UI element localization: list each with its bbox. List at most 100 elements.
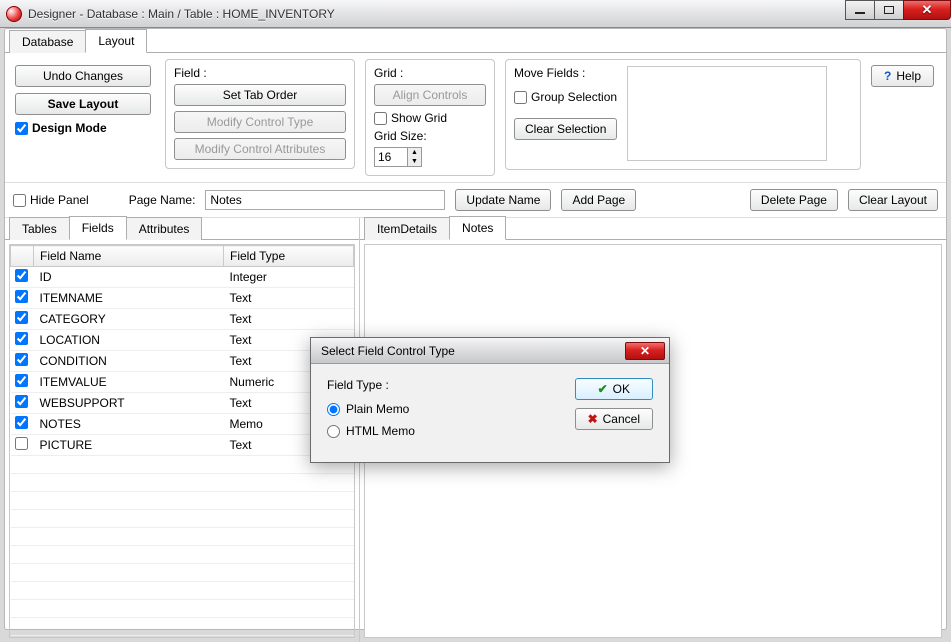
select-control-type-dialog: Select Field Control Type ✕ Field Type :… (310, 337, 670, 463)
dialog-close-button[interactable]: ✕ (625, 342, 665, 360)
close-icon: ✕ (640, 344, 650, 358)
page-panel-row: Hide Panel Page Name: Update Name Add Pa… (5, 182, 946, 217)
field-row-checkbox[interactable] (15, 332, 28, 345)
cancel-button[interactable]: ✖ Cancel (575, 408, 653, 430)
field-row-checkbox[interactable] (15, 269, 28, 282)
help-button[interactable]: ? Help (871, 65, 934, 87)
radio-plain-memo-input[interactable] (327, 403, 340, 416)
hide-panel-checkbox[interactable]: Hide Panel (13, 193, 89, 207)
clear-layout-button[interactable]: Clear Layout (848, 189, 938, 211)
group-selection-checkbox[interactable]: Group Selection (514, 90, 617, 104)
design-mode-checkbox[interactable]: Design Mode (15, 121, 151, 135)
add-page-button[interactable]: Add Page (561, 189, 636, 211)
design-mode-label: Design Mode (32, 121, 107, 135)
table-row-empty (11, 456, 354, 474)
update-name-button[interactable]: Update Name (455, 189, 551, 211)
move-fields-group: Move Fields : Group Selection Clear Sele… (505, 59, 861, 170)
minimize-button[interactable] (845, 0, 875, 20)
modify-control-attributes-button[interactable]: Modify Control Attributes (174, 138, 346, 160)
maximize-button[interactable] (874, 0, 904, 20)
window-controls: ✕ (846, 0, 951, 20)
grid-size-input[interactable] (375, 148, 407, 166)
table-row[interactable]: WEBSUPPORTText (11, 393, 354, 414)
dialog-titlebar: Select Field Control Type ✕ (311, 338, 669, 364)
clear-selection-button[interactable]: Clear Selection (514, 118, 617, 140)
table-row[interactable]: LOCATIONText (11, 330, 354, 351)
table-row[interactable]: IDInteger (11, 267, 354, 288)
app-icon (6, 6, 22, 22)
close-button[interactable]: ✕ (903, 0, 951, 20)
page-name-input[interactable] (205, 190, 445, 210)
design-mode-input[interactable] (15, 122, 28, 135)
field-group: Field : Set Tab Order Modify Control Typ… (165, 59, 355, 169)
dialog-title: Select Field Control Type (321, 344, 455, 358)
field-row-checkbox[interactable] (15, 395, 28, 408)
table-row-empty (11, 528, 354, 546)
show-grid-checkbox[interactable]: Show Grid (374, 111, 486, 125)
table-row-empty (11, 618, 354, 636)
spinner-up-icon[interactable]: ▲ (408, 148, 421, 157)
field-row-checkbox[interactable] (15, 416, 28, 429)
show-grid-input[interactable] (374, 112, 387, 125)
col-check[interactable] (11, 246, 34, 267)
field-name-cell: ID (34, 267, 224, 288)
spinner-down-icon[interactable]: ▼ (408, 157, 421, 166)
radio-html-memo-input[interactable] (327, 425, 340, 438)
col-field-type[interactable]: Field Type (224, 246, 354, 267)
fields-table-container[interactable]: Field Name Field Type IDIntegerITEMNAMET… (9, 244, 355, 638)
titlebar: Designer - Database : Main / Table : HOM… (0, 0, 951, 28)
group-selection-input[interactable] (514, 91, 527, 104)
align-controls-button[interactable]: Align Controls (374, 84, 486, 106)
col-field-name[interactable]: Field Name (34, 246, 224, 267)
maximize-icon (884, 6, 894, 14)
toolbar-left-column: Undo Changes Save Layout Design Mode (9, 59, 159, 135)
dialog-actions: ✔ OK ✖ Cancel (575, 378, 653, 446)
tab-layout[interactable]: Layout (85, 29, 147, 53)
grid-size-spinner[interactable]: ▲ ▼ (374, 147, 422, 167)
move-fields-label: Move Fields : (514, 66, 617, 80)
tab-notes[interactable]: Notes (449, 216, 506, 240)
table-row[interactable]: NOTESMemo (11, 414, 354, 435)
field-name-cell: ITEMVALUE (34, 372, 224, 393)
hide-panel-input[interactable] (13, 194, 26, 207)
field-row-checkbox[interactable] (15, 290, 28, 303)
tab-fields[interactable]: Fields (69, 216, 127, 240)
delete-page-button[interactable]: Delete Page (750, 189, 838, 211)
spinner-arrows: ▲ ▼ (407, 148, 421, 166)
table-row[interactable]: ITEMNAMEText (11, 288, 354, 309)
table-row-empty (11, 492, 354, 510)
hide-panel-label: Hide Panel (30, 193, 89, 207)
field-name-cell: ITEMNAME (34, 288, 224, 309)
close-icon: ✕ (922, 2, 933, 18)
table-row[interactable]: CONDITIONText (11, 351, 354, 372)
toolbar: Undo Changes Save Layout Design Mode Fie… (5, 53, 946, 182)
field-type-cell: Text (224, 288, 354, 309)
left-tabstrip: Tables Fields Attributes (5, 218, 359, 240)
tab-tables[interactable]: Tables (9, 217, 70, 240)
table-row[interactable]: CATEGORYText (11, 309, 354, 330)
tab-attributes[interactable]: Attributes (126, 217, 203, 240)
field-row-checkbox[interactable] (15, 374, 28, 387)
radio-plain-memo[interactable]: Plain Memo (327, 402, 555, 416)
modify-control-type-button[interactable]: Modify Control Type (174, 111, 346, 133)
table-row[interactable]: ITEMVALUENumeric (11, 372, 354, 393)
tab-database[interactable]: Database (9, 30, 86, 53)
save-layout-button[interactable]: Save Layout (15, 93, 151, 115)
radio-html-memo[interactable]: HTML Memo (327, 424, 555, 438)
field-row-checkbox[interactable] (15, 311, 28, 324)
table-row[interactable]: PICTUREText (11, 435, 354, 456)
move-fields-listbox[interactable] (627, 66, 827, 161)
field-type-label: Field Type : (327, 378, 555, 392)
field-name-cell: CONDITION (34, 351, 224, 372)
table-row-empty (11, 636, 354, 639)
undo-changes-button[interactable]: Undo Changes (15, 65, 151, 87)
ok-button[interactable]: ✔ OK (575, 378, 653, 400)
field-row-checkbox[interactable] (15, 437, 28, 450)
field-row-checkbox[interactable] (15, 353, 28, 366)
tab-itemdetails[interactable]: ItemDetails (364, 217, 450, 240)
radio-plain-memo-label: Plain Memo (346, 402, 409, 416)
table-row-empty (11, 474, 354, 492)
table-row-empty (11, 582, 354, 600)
set-tab-order-button[interactable]: Set Tab Order (174, 84, 346, 106)
fields-table: Field Name Field Type IDIntegerITEMNAMET… (10, 245, 354, 638)
